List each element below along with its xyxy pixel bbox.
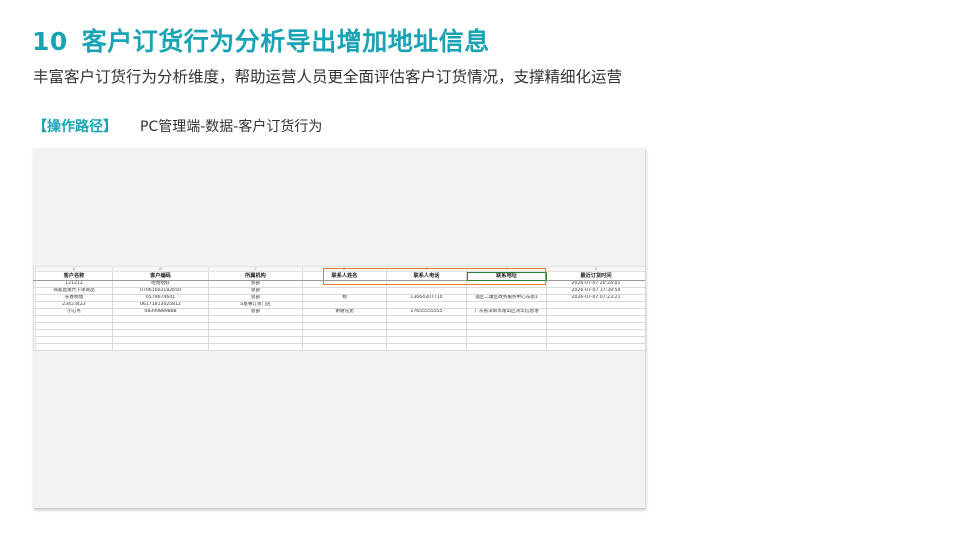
spreadsheet-grid: A B C D E F G 客户名称 客户编码 所属机构 联系人姓名 联系人电话 联系地址 最近订货时间 1…: [33, 266, 645, 351]
table-cell[interactable]: [302, 301, 387, 309]
slide-title: 10 客户订货行为分析导出增加地址信息: [32, 22, 490, 58]
operation-path-label: 【操作路径】: [33, 119, 117, 135]
table-cell[interactable]: 浦区二康区政务服务中心东南1: [466, 294, 547, 302]
empty-row: [33, 336, 645, 344]
table-cell[interactable]: [466, 287, 547, 295]
empty-cell[interactable]: [208, 329, 303, 337]
table-cell[interactable]: 07061003182650: [112, 287, 209, 295]
table-row: 长春杨旭 6579674641 总部杨 13664307710 浦区二康区政务服务中心东…: [33, 294, 645, 302]
empty-cell[interactable]: [386, 322, 467, 330]
empty-cell[interactable]: [386, 315, 467, 323]
empty-cell[interactable]: [386, 329, 467, 337]
table-cell[interactable]: [302, 280, 387, 288]
empty-cell[interactable]: [546, 343, 645, 351]
table-cell[interactable]: 13664307710: [386, 294, 467, 302]
table-cell[interactable]: [302, 287, 387, 295]
table-row: 商家直发代下单商品 07061003182650 总部 2026-07-07 17:3…: [33, 287, 645, 295]
empty-cell[interactable]: [466, 322, 547, 330]
empty-cell[interactable]: [546, 329, 645, 337]
empty-cell[interactable]: [386, 336, 467, 344]
empty-cell[interactable]: [302, 329, 387, 337]
table-cell[interactable]: 长春杨旭: [35, 294, 113, 302]
empty-cell[interactable]: [112, 336, 209, 344]
empty-cell[interactable]: [466, 315, 547, 323]
table-cell[interactable]: 06171813425812: [112, 301, 209, 309]
table-cell[interactable]: 商家直发代下单商品: [35, 287, 113, 295]
slide-title-text: 客户订货行为分析导出增加地址信息: [81, 27, 490, 56]
empty-cell[interactable]: [112, 329, 209, 337]
table-cell[interactable]: [466, 301, 547, 309]
empty-cell[interactable]: [208, 336, 303, 344]
empty-cell[interactable]: [208, 315, 303, 323]
export-table: A B C D E F G 客户名称 客户编码 所属机构 联系人姓名 联系人电话 联系地址 最近订货时间 1…: [33, 266, 645, 351]
table-cell[interactable]: 小心点: [35, 308, 113, 316]
empty-cell[interactable]: [112, 343, 209, 351]
empty-row: [33, 315, 645, 323]
table-cell[interactable]: [386, 280, 467, 288]
column-header[interactable]: 所属机构: [208, 271, 303, 281]
table-cell[interactable]: 2026-07-07 07:23:21: [546, 294, 645, 302]
empty-cell[interactable]: [466, 329, 547, 337]
table-cell[interactable]: 2026-07-07 17:39:54: [546, 287, 645, 295]
table-cell[interactable]: 谢谢兄弟: [302, 308, 387, 316]
empty-cell[interactable]: [112, 315, 209, 323]
empty-row: [33, 329, 645, 337]
slide-subtitle: 丰富客户订货行为分析维度，帮助运营人员更全面评估客户订货情况，支撑精细化运营: [33, 68, 623, 86]
table-cell[interactable]: a基事订货门店: [208, 301, 303, 309]
empty-cell[interactable]: [35, 336, 113, 344]
empty-cell[interactable]: [302, 322, 387, 330]
table-cell[interactable]: 08399889888: [112, 308, 209, 316]
empty-cell[interactable]: [302, 315, 387, 323]
empty-cell[interactable]: [386, 343, 467, 351]
table-cell[interactable]: [386, 301, 467, 309]
empty-cell[interactable]: [208, 322, 303, 330]
table-cell[interactable]: [546, 301, 645, 309]
empty-cell[interactable]: [546, 336, 645, 344]
table-cell[interactable]: 23423423: [35, 301, 113, 309]
table-row: 小心点 08399889888 总部 谢谢兄弟 17655555555 广东省深圳市南山区…: [33, 308, 645, 316]
slide-number: 10: [32, 27, 68, 56]
empty-cell[interactable]: [546, 315, 645, 323]
table-cell[interactable]: 杨: [302, 294, 387, 302]
table-cell[interactable]: [386, 287, 467, 295]
header-row: 客户名称 客户编码 所属机构 联系人姓名 联系人电话 联系地址 最近订货时间: [33, 271, 645, 281]
empty-cell[interactable]: [35, 315, 113, 323]
column-header[interactable]: 联系人姓名: [302, 271, 387, 281]
table-cell[interactable]: [466, 280, 547, 288]
operation-path-value: PC管理端-数据-客户订货行为: [140, 119, 323, 135]
empty-cell[interactable]: [466, 336, 547, 344]
column-header[interactable]: 联系地址: [466, 271, 547, 281]
empty-cell[interactable]: [302, 336, 387, 344]
empty-cell[interactable]: [466, 343, 547, 351]
table-cell[interactable]: [546, 308, 645, 316]
column-header[interactable]: 联系人电话: [386, 271, 467, 281]
table-row: 23423423 06171813425812 a基事订货门店: [33, 301, 645, 309]
empty-cell[interactable]: [35, 329, 113, 337]
column-header[interactable]: 客户编码: [112, 271, 209, 281]
table-cell[interactable]: 总部: [208, 308, 303, 316]
column-header[interactable]: 客户名称: [35, 271, 113, 281]
empty-row: [33, 322, 645, 330]
table-cell[interactable]: 17655555555: [386, 308, 467, 316]
spreadsheet-screenshot: A B C D E F G 客户名称 客户编码 所属机构 联系人姓名 联系人电话 联系地址 最近订货时间 1…: [33, 148, 645, 508]
table-cell[interactable]: 6579674641: [112, 294, 209, 302]
empty-cell[interactable]: [35, 343, 113, 351]
column-header[interactable]: 最近订货时间: [546, 271, 645, 281]
table-row: 121212 哈哈哈好 总部 2026-07-07 20:24:01: [33, 280, 645, 288]
table-cell[interactable]: 2026-07-07 20:24:01: [546, 280, 645, 288]
table-cell[interactable]: 总部: [208, 280, 303, 288]
empty-cell[interactable]: [35, 322, 113, 330]
empty-cell[interactable]: [112, 322, 209, 330]
empty-cell[interactable]: [546, 322, 645, 330]
table-cell[interactable]: 121212: [35, 280, 113, 288]
table-cell[interactable]: 哈哈哈好: [112, 280, 209, 288]
empty-cell[interactable]: [208, 343, 303, 351]
table-cell[interactable]: 总部: [208, 294, 303, 302]
table-cell[interactable]: 广东省深圳市南山区湾华信息港: [466, 308, 547, 316]
empty-cell[interactable]: [302, 343, 387, 351]
table-cell[interactable]: 总部: [208, 287, 303, 295]
empty-row: [33, 343, 645, 351]
